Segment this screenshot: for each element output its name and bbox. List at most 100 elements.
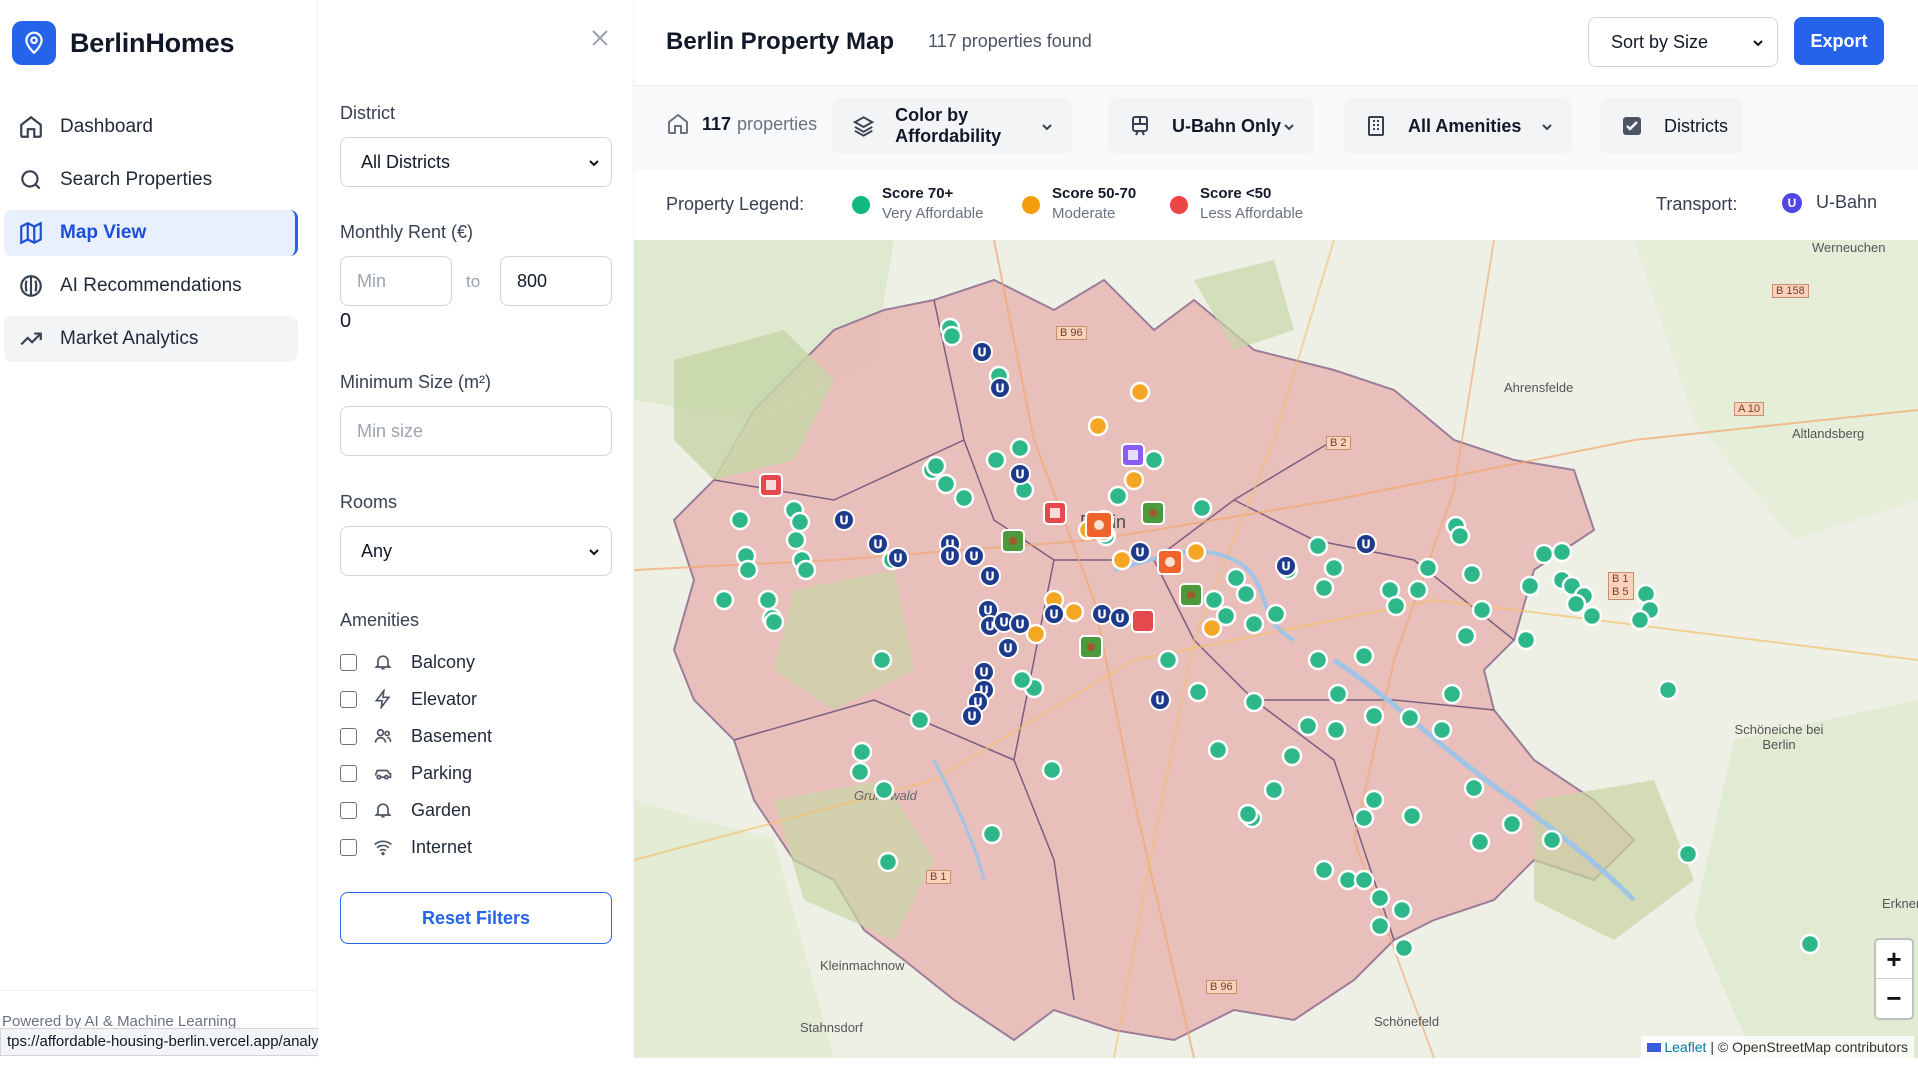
property-marker-green[interactable] xyxy=(1143,449,1165,471)
ubahn-station-marker[interactable] xyxy=(1149,689,1171,711)
rent-min-input[interactable]: Min xyxy=(340,256,452,306)
property-marker-green-square[interactable] xyxy=(1001,529,1025,553)
property-marker-green[interactable] xyxy=(909,709,931,731)
reset-filters-button[interactable]: Reset Filters xyxy=(340,892,612,944)
property-marker-green[interactable] xyxy=(1243,691,1265,713)
property-marker-green[interactable] xyxy=(1629,609,1651,631)
property-marker-green[interactable] xyxy=(1265,603,1287,625)
property-marker-green-square[interactable] xyxy=(1079,635,1103,659)
property-marker-green[interactable] xyxy=(1369,915,1391,937)
property-marker-green[interactable] xyxy=(1799,933,1821,955)
property-marker-green[interactable] xyxy=(789,511,811,533)
property-marker-green[interactable] xyxy=(1565,593,1587,615)
property-marker-green[interactable] xyxy=(1041,759,1063,781)
elevator-checkbox[interactable] xyxy=(340,690,357,708)
property-marker-green[interactable] xyxy=(1313,577,1335,599)
property-marker-green[interactable] xyxy=(1323,557,1345,579)
property-marker-green[interactable] xyxy=(1463,777,1485,799)
garden-checkbox[interactable] xyxy=(340,801,357,819)
property-marker-red-square[interactable] xyxy=(1043,501,1067,525)
property-marker-green[interactable] xyxy=(1009,437,1031,459)
property-marker-orange[interactable] xyxy=(1111,549,1133,571)
property-marker-green[interactable] xyxy=(1469,831,1491,853)
property-marker-green[interactable] xyxy=(1281,745,1303,767)
sort-select[interactable]: Sort by Size xyxy=(1588,17,1778,67)
property-marker-orange[interactable] xyxy=(1063,601,1085,623)
property-marker-orange[interactable] xyxy=(1123,469,1145,491)
property-marker-green[interactable] xyxy=(1363,789,1385,811)
property-marker-green[interactable] xyxy=(1369,887,1391,909)
ubahn-station-marker[interactable] xyxy=(1109,607,1131,629)
sidebar-item-dashboard[interactable]: Dashboard xyxy=(4,104,298,150)
property-marker-green[interactable] xyxy=(851,741,873,763)
property-marker-green[interactable] xyxy=(1533,543,1555,565)
property-marker-green[interactable] xyxy=(1011,669,1033,691)
close-filters-button[interactable] xyxy=(586,24,614,52)
district-select[interactable]: All Districts xyxy=(340,137,612,187)
property-marker-green[interactable] xyxy=(1203,589,1225,611)
ubahn-station-marker[interactable] xyxy=(867,533,889,555)
ubahn-station-marker[interactable] xyxy=(1043,603,1065,625)
property-marker-green[interactable] xyxy=(1327,683,1349,705)
ubahn-station-marker[interactable] xyxy=(833,509,855,531)
amenity-basement[interactable]: Basement xyxy=(340,723,492,749)
property-marker-green[interactable] xyxy=(1207,739,1229,761)
property-marker-green[interactable] xyxy=(935,473,957,495)
ubahn-station-marker[interactable] xyxy=(961,705,983,727)
property-marker-green[interactable] xyxy=(877,851,899,873)
property-marker-green[interactable] xyxy=(729,509,751,531)
property-marker-green[interactable] xyxy=(1237,803,1259,825)
property-marker-green[interactable] xyxy=(1657,679,1679,701)
amenity-balcony[interactable]: Balcony xyxy=(340,649,475,675)
property-marker-green[interactable] xyxy=(1307,649,1329,671)
zoom-in-button[interactable]: + xyxy=(1876,940,1912,979)
property-marker-green[interactable] xyxy=(941,325,963,347)
sidebar-item-search-properties[interactable]: Search Properties xyxy=(4,157,298,203)
property-marker-green[interactable] xyxy=(1263,779,1285,801)
leaflet-link[interactable]: Leaflet xyxy=(1664,1039,1706,1055)
property-marker-green[interactable] xyxy=(1399,707,1421,729)
ubahn-station-marker[interactable] xyxy=(1009,463,1031,485)
property-marker-green[interactable] xyxy=(1225,567,1247,589)
property-marker-green[interactable] xyxy=(795,559,817,581)
property-marker-green[interactable] xyxy=(1551,541,1573,563)
rent-max-input[interactable]: 800 xyxy=(500,256,612,306)
property-marker-green[interactable] xyxy=(1581,605,1603,627)
basement-checkbox[interactable] xyxy=(340,727,357,745)
amenity-parking[interactable]: Parking xyxy=(340,760,472,786)
property-marker-red-square[interactable] xyxy=(759,473,783,497)
property-marker-green[interactable] xyxy=(1313,859,1335,881)
property-marker-green[interactable] xyxy=(1519,575,1541,597)
property-marker-green[interactable] xyxy=(1515,629,1537,651)
property-marker-green[interactable] xyxy=(985,449,1007,471)
property-marker-orange[interactable] xyxy=(1201,617,1223,639)
property-marker-green[interactable] xyxy=(1471,599,1493,621)
ubahn-station-marker[interactable] xyxy=(989,377,1011,399)
ubahn-station-marker[interactable] xyxy=(1091,603,1113,625)
property-marker-red-square[interactable] xyxy=(1131,609,1155,633)
property-marker-green[interactable] xyxy=(871,649,893,671)
rooms-select[interactable]: Any xyxy=(340,526,612,576)
ubahn-station-marker[interactable] xyxy=(939,545,961,567)
property-marker-green[interactable] xyxy=(1385,595,1407,617)
property-marker-purple-square[interactable] xyxy=(1121,443,1145,467)
property-marker-green[interactable] xyxy=(1353,869,1375,891)
property-marker-green[interactable] xyxy=(1187,681,1209,703)
amenity-elevator[interactable]: Elevator xyxy=(340,686,477,712)
property-marker-orange[interactable] xyxy=(1185,541,1207,563)
property-marker-green[interactable] xyxy=(1353,807,1375,829)
ubahn-station-marker[interactable] xyxy=(997,637,1019,659)
property-marker-green[interactable] xyxy=(1431,719,1453,741)
property-marker-green[interactable] xyxy=(925,455,947,477)
ubahn-station-marker[interactable] xyxy=(887,547,909,569)
property-marker-green[interactable] xyxy=(873,779,895,801)
ubahn-station-marker[interactable] xyxy=(1009,613,1031,635)
property-marker-green[interactable] xyxy=(1107,485,1129,507)
property-marker-green[interactable] xyxy=(1391,899,1413,921)
property-marker-green[interactable] xyxy=(1677,843,1699,865)
property-marker-green-square[interactable] xyxy=(1141,501,1165,525)
property-marker-green[interactable] xyxy=(1191,497,1213,519)
transport-dropdown[interactable]: U-Bahn Only xyxy=(1108,98,1314,154)
brand[interactable]: BerlinHomes xyxy=(12,20,235,66)
property-marker-green[interactable] xyxy=(713,589,735,611)
